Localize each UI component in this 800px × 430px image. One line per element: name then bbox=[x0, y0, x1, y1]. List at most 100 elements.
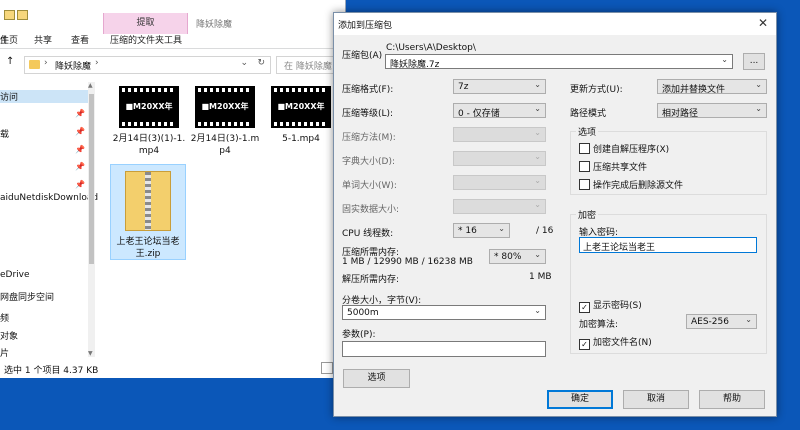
navigation-pane: 访问 📌 载 📌 📌 📌 📌 aiduNetdiskDownload eDriv… bbox=[0, 80, 100, 360]
nav-item-pictures[interactable]: 片 bbox=[0, 346, 9, 359]
chevron-down-icon: ⌄ bbox=[498, 224, 505, 233]
checkbox-box[interactable] bbox=[579, 161, 590, 172]
password-value: 上老王论坛当老王 bbox=[583, 243, 656, 253]
scroll-down-icon[interactable]: ▼ bbox=[88, 350, 93, 357]
pin-icon: 📌 bbox=[75, 180, 85, 189]
format-select[interactable]: 7z ⌄ bbox=[453, 79, 546, 94]
nav-item-downloads[interactable]: 载 bbox=[0, 127, 9, 140]
chevron-right-icon[interactable]: › bbox=[95, 58, 99, 68]
up-arrow-icon[interactable]: ↑ bbox=[6, 56, 14, 67]
file-item[interactable]: ■M20XX年 2月14日(3)-1.mp4 bbox=[188, 82, 262, 157]
tab-compressed-folder-tools[interactable]: 压缩的文件夹工具 bbox=[110, 33, 182, 46]
show-password-label: 显示密码(S) bbox=[593, 301, 642, 311]
nav-item-baidunetdisk[interactable]: aiduNetdiskDownload bbox=[0, 193, 98, 203]
sfx-checkbox[interactable]: 创建自解压程序(X) bbox=[579, 142, 669, 155]
checkbox-box[interactable] bbox=[579, 179, 590, 190]
refresh-icon[interactable]: ↻ bbox=[257, 58, 265, 68]
dialog-titlebar: 添加到压缩包 ✕ bbox=[334, 13, 776, 35]
dict-select: ⌄ bbox=[453, 151, 546, 166]
split-size-value: 5000m bbox=[347, 308, 379, 318]
add-to-archive-dialog: 添加到压缩包 ✕ 压缩包(A) C:\Users\A\Desktop\ 降妖除魔… bbox=[333, 12, 777, 417]
format-label: 压缩格式(F): bbox=[342, 85, 394, 95]
file-list: ■M20XX年 2月14日(3)(1)-1.mp4 ■M20XX年 2月14日(… bbox=[100, 80, 345, 360]
chevron-down-icon: ⌄ bbox=[534, 306, 541, 315]
close-icon[interactable]: ✕ bbox=[758, 16, 768, 30]
ok-button[interactable]: 确定 bbox=[547, 390, 613, 409]
update-select[interactable]: 添加并替换文件 ⌄ bbox=[657, 79, 767, 95]
encrypt-names-checkbox[interactable]: ✓ 加密文件名(N) bbox=[579, 335, 652, 350]
params-label: 参数(P): bbox=[342, 330, 376, 340]
video-thumbnail: ■M20XX年 bbox=[119, 86, 179, 128]
password-input[interactable]: 上老王论坛当老王 bbox=[579, 237, 757, 253]
tab-home[interactable]: 主页 bbox=[0, 33, 18, 46]
file-name: 2月14日(3)-1.mp4 bbox=[190, 134, 260, 156]
encrypt-names-label: 加密文件名(N) bbox=[593, 338, 652, 348]
chevron-right-icon[interactable]: › bbox=[44, 58, 48, 68]
nav-scrollbar[interactable]: ▲ ▼ bbox=[88, 82, 95, 357]
checkbox-checked-icon[interactable]: ✓ bbox=[579, 339, 590, 350]
path-mode-label: 路径模式 bbox=[570, 109, 607, 119]
thumbnail-label: ■M20XX年 bbox=[125, 102, 173, 111]
scrollbar-thumb[interactable] bbox=[89, 94, 94, 264]
threads-label: CPU 线程数: bbox=[342, 229, 394, 239]
checkbox-box[interactable] bbox=[579, 143, 590, 154]
path-mode-value: 相对路径 bbox=[662, 109, 699, 119]
threads-select[interactable]: * 16 ⌄ bbox=[453, 223, 510, 238]
view-toggle-icon[interactable] bbox=[321, 362, 333, 374]
video-thumbnail: ■M20XX年 bbox=[195, 86, 255, 128]
thumbnail-label: ■M20XX年 bbox=[201, 102, 249, 111]
options-group-title: 选项 bbox=[576, 125, 599, 138]
shared-files-checkbox[interactable]: 压缩共享文件 bbox=[579, 160, 647, 173]
nav-item-quick-access[interactable]: 访问 bbox=[0, 90, 95, 103]
file-name: 上老王论坛当老王.zip bbox=[116, 237, 180, 259]
help-button[interactable]: 帮助 bbox=[699, 390, 765, 409]
breadcrumb-current[interactable]: 降妖除魔 bbox=[55, 59, 91, 72]
delete-after-checkbox[interactable]: 操作完成后删除源文件 bbox=[579, 178, 683, 191]
show-password-checkbox[interactable]: ✓ 显示密码(S) bbox=[579, 298, 642, 313]
thumbnail-label: ■M20XX年 bbox=[277, 102, 325, 111]
encryption-group-title: 加密 bbox=[576, 208, 599, 221]
mem-compress-detail: 1 MB / 12990 MB / 16238 MB bbox=[342, 257, 473, 267]
sfx-label: 创建自解压程序(X) bbox=[593, 145, 670, 155]
tab-share[interactable]: 共享 bbox=[34, 33, 52, 46]
status-text: 选中 1 个项目 4.37 KB bbox=[4, 366, 99, 376]
browse-button[interactable]: ... bbox=[743, 53, 765, 70]
chevron-down-icon[interactable]: ⌄ bbox=[240, 58, 248, 68]
address-bar[interactable]: › 降妖除魔 › ⌄ ↻ bbox=[24, 56, 271, 74]
search-placeholder: 在 降妖除魔 bbox=[284, 62, 332, 72]
video-thumbnail: ■M20XX年 bbox=[271, 86, 331, 128]
file-item[interactable]: ■M20XX年 5-1.mp4 bbox=[264, 82, 338, 145]
file-item[interactable]: ■M20XX年 2月14日(3)(1)-1.mp4 bbox=[112, 82, 186, 157]
pin-icon: 📌 bbox=[75, 145, 85, 154]
pin-icon: 📌 bbox=[75, 162, 85, 171]
scroll-up-icon[interactable]: ▲ bbox=[88, 82, 93, 89]
checkbox-checked-icon[interactable]: ✓ bbox=[579, 302, 590, 313]
context-group-label: 提取 bbox=[136, 18, 155, 28]
memory-percent-select[interactable]: * 80% ⌄ bbox=[489, 249, 546, 264]
dict-label: 字典大小(D): bbox=[342, 157, 395, 167]
cancel-button[interactable]: 取消 bbox=[623, 390, 689, 409]
params-input[interactable] bbox=[342, 341, 546, 357]
chevron-down-icon[interactable]: ⌄ bbox=[721, 55, 728, 64]
update-label: 更新方式(U): bbox=[570, 85, 623, 95]
encryption-method-label: 加密算法: bbox=[579, 320, 619, 330]
archive-name-combo[interactable]: 降妖除魔.7z ⌄ bbox=[385, 54, 733, 70]
options-button[interactable]: 选项 bbox=[343, 369, 410, 388]
context-tab-group: 提取 bbox=[103, 13, 188, 34]
chevron-down-icon: ⌄ bbox=[534, 250, 541, 259]
nav-item-sync-space[interactable]: 网盘同步空间 bbox=[0, 290, 54, 303]
nav-item-videos[interactable]: 频 bbox=[0, 311, 9, 324]
tab-view[interactable]: 查看 bbox=[71, 33, 89, 46]
level-select[interactable]: 0 - 仅存储 ⌄ bbox=[453, 103, 546, 119]
path-mode-select[interactable]: 相对路径 ⌄ bbox=[657, 103, 767, 119]
mem-decompress-label: 解压所需内存: bbox=[342, 275, 400, 285]
folder-icon bbox=[4, 10, 15, 20]
file-item-selected[interactable]: 上老王论坛当老王.zip bbox=[110, 164, 186, 260]
encryption-method-select[interactable]: AES-256 ⌄ bbox=[686, 314, 757, 329]
nav-item-3d-objects[interactable]: 对象 bbox=[0, 329, 18, 342]
nav-item-onedrive[interactable]: eDrive bbox=[0, 270, 30, 280]
solid-select: ⌄ bbox=[453, 199, 546, 214]
file-name: 5-1.mp4 bbox=[282, 134, 320, 144]
split-size-combo[interactable]: 5000m ⌄ bbox=[342, 305, 546, 320]
threads-value: * 16 bbox=[458, 226, 477, 236]
